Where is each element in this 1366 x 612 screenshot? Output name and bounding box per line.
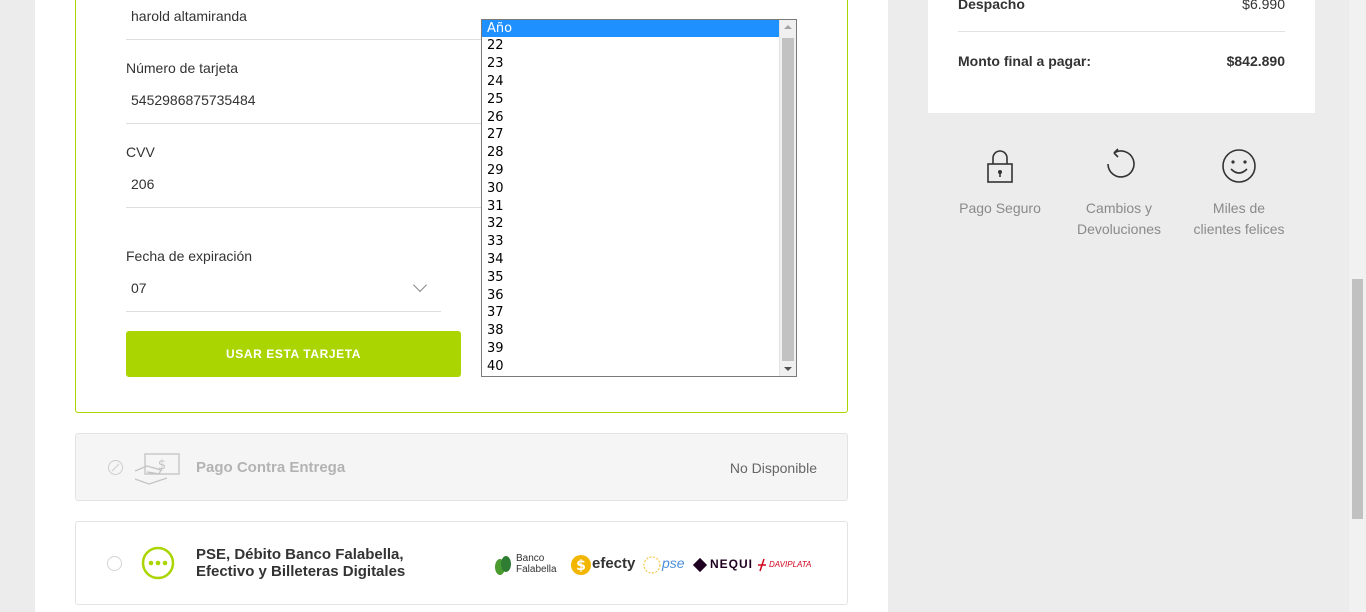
page-scrollbar-thumb[interactable] xyxy=(1352,279,1363,519)
cvv-label: CVV xyxy=(126,144,155,160)
nequi-text: NEQUI xyxy=(710,557,754,571)
year-option[interactable]: 32 xyxy=(482,215,780,233)
year-option[interactable]: 23 xyxy=(482,55,780,73)
benefit-secure-line1: Pago Seguro xyxy=(959,200,1041,216)
shipping-label: Despacho xyxy=(958,0,1025,12)
efecty-logo: $ efecty xyxy=(570,552,636,578)
cod-title: Pago Contra Entrega xyxy=(196,459,346,476)
payment-logos: Banco Falabella $ efecty pse NEQUI DAVIP… xyxy=(494,552,824,578)
lock-icon xyxy=(987,150,1013,183)
nequi-logo: NEQUI xyxy=(692,552,752,578)
year-option[interactable]: 27 xyxy=(482,126,780,144)
benefit-happy-clients: Miles de clientes felices xyxy=(1179,148,1299,240)
year-option[interactable]: 25 xyxy=(482,91,780,109)
pse-text: pse xyxy=(662,555,685,571)
svg-text:$: $ xyxy=(158,458,166,473)
expiry-month-select[interactable]: 07 xyxy=(131,280,147,296)
benefit-returns: Cambios y Devoluciones xyxy=(1059,148,1179,240)
scroll-up-icon[interactable] xyxy=(784,25,792,29)
cash-hand-icon: $ xyxy=(134,453,180,485)
efecty-text: efecty xyxy=(592,555,636,572)
dropdown-scrollbar-thumb[interactable] xyxy=(782,38,794,361)
year-option[interactable]: 31 xyxy=(482,198,780,216)
svg-text:$: $ xyxy=(576,558,586,574)
payment-option-cash-on-delivery: $ Pago Contra Entrega No Disponible xyxy=(75,433,848,501)
dropdown-scrollbar[interactable] xyxy=(779,20,796,376)
pse-radio[interactable] xyxy=(107,556,122,571)
total-label: Monto final a pagar: xyxy=(958,53,1091,69)
expiry-year-dropdown[interactable]: Año 22 23 24 25 26 27 28 29 30 31 32 33 34 35 36 37 38 39 4… xyxy=(481,19,797,377)
falabella-bottom-text: Falabella xyxy=(516,564,557,575)
year-option[interactable]: 24 xyxy=(482,73,780,91)
cod-status: No Disponible xyxy=(729,460,817,476)
card-number-field[interactable]: 5452986875735484 xyxy=(131,92,256,108)
cardholder-name-field[interactable]: harold altamiranda xyxy=(131,8,247,24)
order-summary: Despacho $6.990 Monto final a pagar: $84… xyxy=(928,0,1315,113)
year-option[interactable]: 38 xyxy=(482,322,780,340)
year-option[interactable]: 37 xyxy=(482,304,780,322)
benefit-secure-payment: Pago Seguro xyxy=(940,148,1060,219)
scroll-down-icon[interactable] xyxy=(784,367,792,371)
cvv-field[interactable]: 206 xyxy=(131,176,154,192)
total-row: Monto final a pagar: $842.890 xyxy=(958,53,1285,69)
year-option[interactable]: 39 xyxy=(482,340,780,358)
total-value: $842.890 xyxy=(1226,53,1285,69)
falabella-top-text: Banco xyxy=(516,553,545,564)
smiley-icon xyxy=(1222,149,1256,183)
card-number-label: Número de tarjeta xyxy=(126,60,239,76)
divider xyxy=(958,31,1285,32)
year-option[interactable]: 28 xyxy=(482,144,780,162)
expiry-label: Fecha de expiración xyxy=(126,248,253,264)
divider xyxy=(126,311,441,312)
shipping-value: $6.990 xyxy=(1242,0,1285,12)
pse-title-line2: Efectivo y Billeteras Digitales xyxy=(196,563,406,580)
more-options-icon xyxy=(141,546,175,580)
use-card-button[interactable]: USAR ESTA TARJETA xyxy=(126,331,461,377)
year-option[interactable]: Año xyxy=(482,20,780,38)
divider xyxy=(126,207,481,208)
banco-falabella-logo: Banco Falabella xyxy=(494,552,564,578)
shipping-row: Despacho $6.990 xyxy=(958,0,1285,12)
year-option[interactable]: 33 xyxy=(482,233,780,251)
daviplata-text: DAVIPLATA xyxy=(769,560,812,569)
divider xyxy=(126,39,481,40)
year-option[interactable]: 26 xyxy=(482,109,780,127)
divider xyxy=(126,123,481,124)
year-option[interactable]: 34 xyxy=(482,251,780,269)
year-option[interactable]: 29 xyxy=(482,162,780,180)
page-scrollbar[interactable] xyxy=(1349,0,1366,612)
benefit-happy-line1: Miles de xyxy=(1212,200,1266,216)
pse-title-line1: PSE, Débito Banco Falabella, xyxy=(196,546,404,563)
cod-radio-disabled xyxy=(108,460,123,475)
year-option[interactable]: 36 xyxy=(482,287,780,305)
year-option[interactable]: 30 xyxy=(482,180,780,198)
year-option[interactable]: 40 xyxy=(482,358,780,376)
benefit-returns-line2: Devoluciones xyxy=(1076,221,1162,237)
pse-logo: pse xyxy=(642,552,688,578)
payment-option-pse[interactable]: PSE, Débito Banco Falabella, Efectivo y … xyxy=(75,521,848,605)
benefit-returns-line1: Cambios y xyxy=(1085,200,1153,216)
daviplata-logo: DAVIPLATA xyxy=(756,552,820,578)
refresh-icon xyxy=(1107,148,1135,178)
benefit-happy-line2: clientes felices xyxy=(1193,221,1285,237)
year-option[interactable]: 35 xyxy=(482,269,780,287)
year-option[interactable]: 22 xyxy=(482,37,780,55)
